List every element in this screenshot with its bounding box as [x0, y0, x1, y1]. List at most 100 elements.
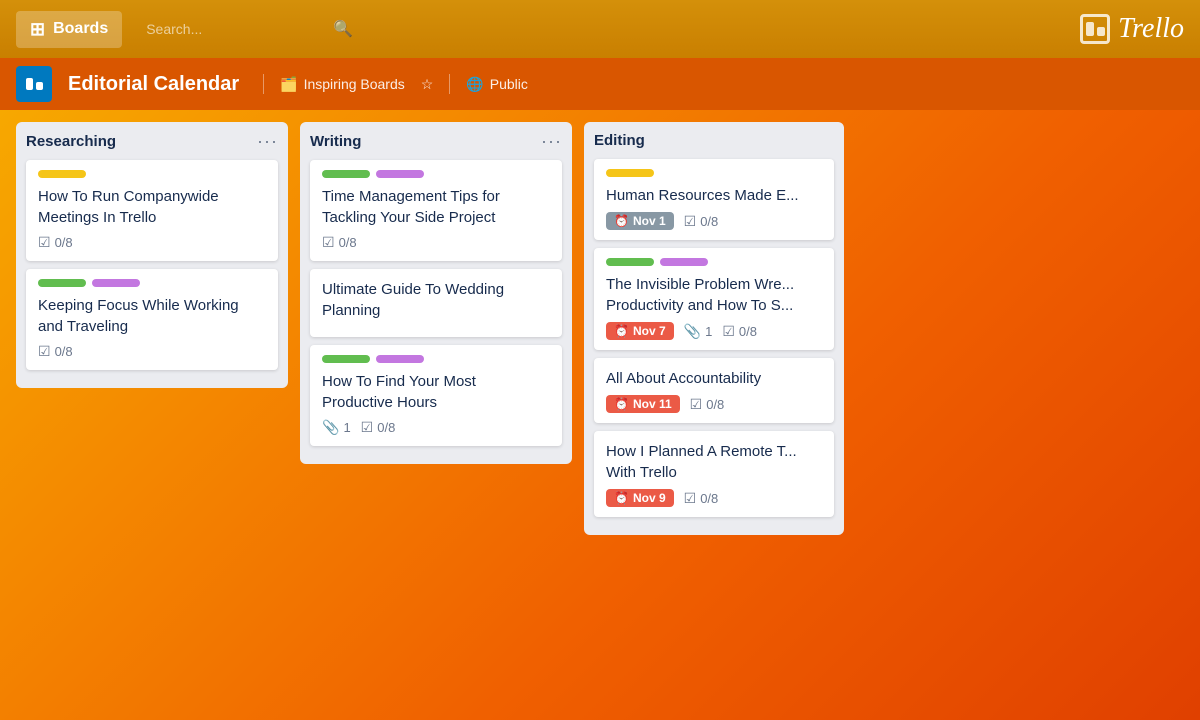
- checklist-icon: ☑: [684, 490, 697, 507]
- search-wrapper: 🔍: [134, 14, 363, 44]
- card-labels: [322, 355, 550, 363]
- card-footer: 📎 1 ☑ 0/8: [322, 419, 550, 436]
- board-meta: 🗂️ Inspiring Boards ☆ 🌐 Public: [263, 74, 528, 94]
- checklist-badge: ☑ 0/8: [361, 419, 396, 436]
- checklist-count: 0/8: [55, 344, 73, 359]
- star-button[interactable]: ☆: [421, 76, 434, 93]
- boards-grid-icon: ⊞: [30, 19, 45, 40]
- card-time-management[interactable]: Time Management Tips for Tackling Your S…: [310, 160, 562, 261]
- checklist-icon: ☑: [38, 343, 51, 360]
- date-label: Nov 11: [633, 397, 672, 411]
- card-invisible-problem[interactable]: The Invisible Problem Wre... Productivit…: [594, 248, 834, 350]
- checklist-icon: ☑: [690, 396, 703, 413]
- team-link[interactable]: 🗂️ Inspiring Boards: [280, 76, 405, 93]
- trello-logo: Trello: [1080, 13, 1184, 45]
- date-label: Nov 9: [633, 491, 666, 505]
- checklist-count: 0/8: [55, 235, 73, 250]
- board-icon: [16, 66, 52, 102]
- date-label: Nov 7: [633, 324, 666, 338]
- label-yellow: [38, 170, 86, 178]
- checklist-badge: ☑ 0/8: [322, 234, 357, 251]
- column-title-editing: Editing: [594, 132, 645, 149]
- checklist-count: 0/8: [700, 214, 718, 229]
- date-badge: ⏰ Nov 1: [606, 212, 674, 230]
- header-divider2: [449, 74, 450, 94]
- card-productive-hours[interactable]: How To Find Your Most Productive Hours 📎…: [310, 345, 562, 446]
- label-green: [606, 258, 654, 266]
- board-title: Editorial Calendar: [68, 73, 239, 96]
- card-title: How I Planned A Remote T... With Trello: [606, 441, 822, 483]
- label-green: [322, 355, 370, 363]
- attachment-count: 1: [343, 420, 350, 435]
- card-footer: ⏰ Nov 1 ☑ 0/8: [606, 212, 822, 230]
- card-keeping-focus[interactable]: Keeping Focus While Working and Travelin…: [26, 269, 278, 370]
- card-accountability[interactable]: All About Accountability ⏰ Nov 11 ☑ 0/8: [594, 358, 834, 423]
- label-purple: [376, 355, 424, 363]
- card-footer: ☑ 0/8: [38, 234, 266, 251]
- clock-icon: ⏰: [614, 214, 629, 228]
- checklist-count: 0/8: [700, 491, 718, 506]
- boards-button[interactable]: ⊞ Boards: [16, 11, 122, 48]
- card-labels: [38, 170, 266, 178]
- card-title: Keeping Focus While Working and Travelin…: [38, 295, 266, 337]
- trello-wordmark: Trello: [1118, 13, 1184, 45]
- column-title-writing: Writing: [310, 133, 361, 150]
- checklist-icon: ☑: [361, 419, 374, 436]
- attachment-badge: 📎 1: [322, 419, 351, 436]
- column-writing: Writing ··· Time Management Tips for Tac…: [300, 122, 572, 464]
- card-remote-trip[interactable]: How I Planned A Remote T... With Trello …: [594, 431, 834, 517]
- attachment-icon: 📎: [684, 323, 701, 340]
- team-icon: 🗂️: [280, 76, 297, 93]
- attachment-badge: 📎 1: [684, 323, 713, 340]
- card-labels: [606, 169, 822, 177]
- card-title: Time Management Tips for Tackling Your S…: [322, 186, 550, 228]
- card-footer: ⏰ Nov 7 📎 1 ☑ 0/8: [606, 322, 822, 340]
- header-divider: [263, 74, 264, 94]
- board-content: Researching ··· How To Run Companywide M…: [0, 110, 1200, 720]
- column-editing: Editing Human Resources Made E... ⏰ Nov …: [584, 122, 844, 535]
- card-wedding-planning[interactable]: Ultimate Guide To Wedding Planning: [310, 269, 562, 337]
- column-header-researching: Researching ···: [26, 132, 278, 150]
- checklist-badge: ☑ 0/8: [38, 343, 73, 360]
- label-purple: [376, 170, 424, 178]
- card-title: Ultimate Guide To Wedding Planning: [322, 279, 550, 321]
- column-menu-researching[interactable]: ···: [257, 132, 278, 150]
- column-header-editing: Editing: [594, 132, 834, 149]
- date-badge: ⏰ Nov 11: [606, 395, 680, 413]
- checklist-icon: ☑: [684, 213, 697, 230]
- card-footer: ☑ 0/8: [322, 234, 550, 251]
- star-icon: ☆: [421, 76, 434, 93]
- card-title: How To Find Your Most Productive Hours: [322, 371, 550, 413]
- attachment-icon: 📎: [322, 419, 339, 436]
- card-footer: ⏰ Nov 9 ☑ 0/8: [606, 489, 822, 507]
- checklist-count: 0/8: [706, 397, 724, 412]
- card-human-resources[interactable]: Human Resources Made E... ⏰ Nov 1 ☑ 0/8: [594, 159, 834, 240]
- visibility-button[interactable]: 🌐 Public: [466, 76, 528, 93]
- boards-label: Boards: [53, 20, 108, 38]
- search-input[interactable]: [134, 14, 363, 44]
- checklist-badge: ☑ 0/8: [722, 323, 757, 340]
- column-researching: Researching ··· How To Run Companywide M…: [16, 122, 288, 388]
- checklist-count: 0/8: [739, 324, 757, 339]
- visibility-label: Public: [490, 76, 528, 92]
- date-label: Nov 1: [633, 214, 666, 228]
- board-header: Editorial Calendar 🗂️ Inspiring Boards ☆…: [0, 58, 1200, 110]
- column-title-researching: Researching: [26, 133, 116, 150]
- clock-icon: ⏰: [614, 324, 629, 338]
- card-footer: ☑ 0/8: [38, 343, 266, 360]
- card-labels: [38, 279, 266, 287]
- checklist-badge: ☑ 0/8: [690, 396, 725, 413]
- top-navbar: ⊞ Boards 🔍 Trello: [0, 0, 1200, 58]
- clock-icon: ⏰: [614, 491, 629, 505]
- checklist-icon: ☑: [322, 234, 335, 251]
- checklist-badge: ☑ 0/8: [684, 490, 719, 507]
- label-purple: [660, 258, 708, 266]
- card-companywide-meetings[interactable]: How To Run Companywide Meetings In Trell…: [26, 160, 278, 261]
- team-label: Inspiring Boards: [304, 76, 405, 92]
- column-menu-writing[interactable]: ···: [541, 132, 562, 150]
- checklist-badge: ☑ 0/8: [38, 234, 73, 251]
- label-yellow: [606, 169, 654, 177]
- card-labels: [322, 170, 550, 178]
- label-green: [38, 279, 86, 287]
- checklist-badge: ☑ 0/8: [684, 213, 719, 230]
